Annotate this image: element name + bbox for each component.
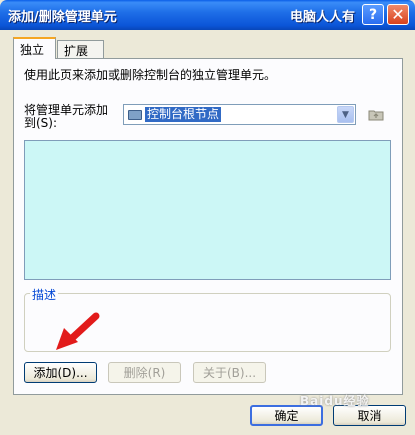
window-title: 添加/删除管理单元 [8, 10, 117, 25]
help-button[interactable]: ? [362, 4, 384, 25]
chevron-down-icon[interactable]: ▼ [337, 106, 354, 123]
combo-selected-value: 控制台根节点 [145, 107, 222, 122]
snapin-list[interactable] [24, 140, 391, 280]
tab-label: 独立 [20, 42, 45, 57]
tab-standalone[interactable]: 独立 [13, 37, 56, 59]
folder-up-icon[interactable] [368, 107, 384, 121]
tab-label: 扩展 [64, 43, 89, 58]
add-button[interactable]: 添加(D)... [24, 362, 97, 383]
add-to-label: 将管理单元添加 到(S): [24, 104, 108, 130]
bottom-watermark: Baidu经验 [300, 394, 370, 408]
folder-icon [128, 109, 142, 120]
add-to-label-line2: 到(S): [24, 116, 58, 130]
tab-extensions[interactable]: 扩展 [57, 40, 104, 59]
red-arrow-icon [52, 312, 100, 357]
page-description: 使用此页来添加或删除控制台的独立管理单元。 [24, 68, 277, 82]
watermark-text: 电脑人人有 [290, 10, 356, 25]
about-button[interactable]: 关于(B)... [193, 362, 266, 383]
close-button[interactable]: ✕ [387, 4, 409, 25]
description-group-label: 描述 [30, 286, 59, 303]
snapin-location-combobox[interactable]: 控制台根节点 ▼ [123, 104, 356, 125]
remove-button[interactable]: 删除(R) [108, 362, 181, 383]
title-bar: 添加/删除管理单元 电脑人人有 ? ✕ [0, 0, 415, 30]
